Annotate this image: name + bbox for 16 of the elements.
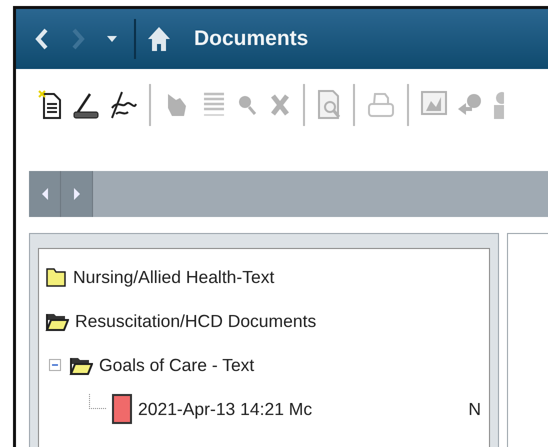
window-title: Documents bbox=[194, 27, 308, 51]
tree-item[interactable]: 2021-Apr-13 14:21 Mc bbox=[138, 398, 312, 420]
tree-item-note: N bbox=[468, 398, 482, 420]
new-document-icon[interactable] bbox=[38, 90, 64, 120]
tree-item[interactable]: Nursing/Allied Health-Text bbox=[73, 266, 274, 288]
scroll-right-button[interactable] bbox=[61, 171, 93, 217]
signature-icon[interactable] bbox=[108, 90, 138, 120]
collapse-toggle-icon[interactable] bbox=[49, 359, 61, 371]
scroll-left-icon[interactable] bbox=[40, 187, 48, 201]
back-icon[interactable] bbox=[34, 27, 50, 51]
tree-item[interactable]: Goals of Care - Text bbox=[99, 354, 254, 376]
scroll-right-icon[interactable] bbox=[72, 187, 80, 201]
scroll-left-button[interactable] bbox=[29, 171, 61, 217]
home-icon[interactable] bbox=[146, 25, 172, 53]
tree-item[interactable]: Resuscitation/HCD Documents bbox=[75, 310, 316, 332]
document-icon bbox=[112, 394, 132, 424]
